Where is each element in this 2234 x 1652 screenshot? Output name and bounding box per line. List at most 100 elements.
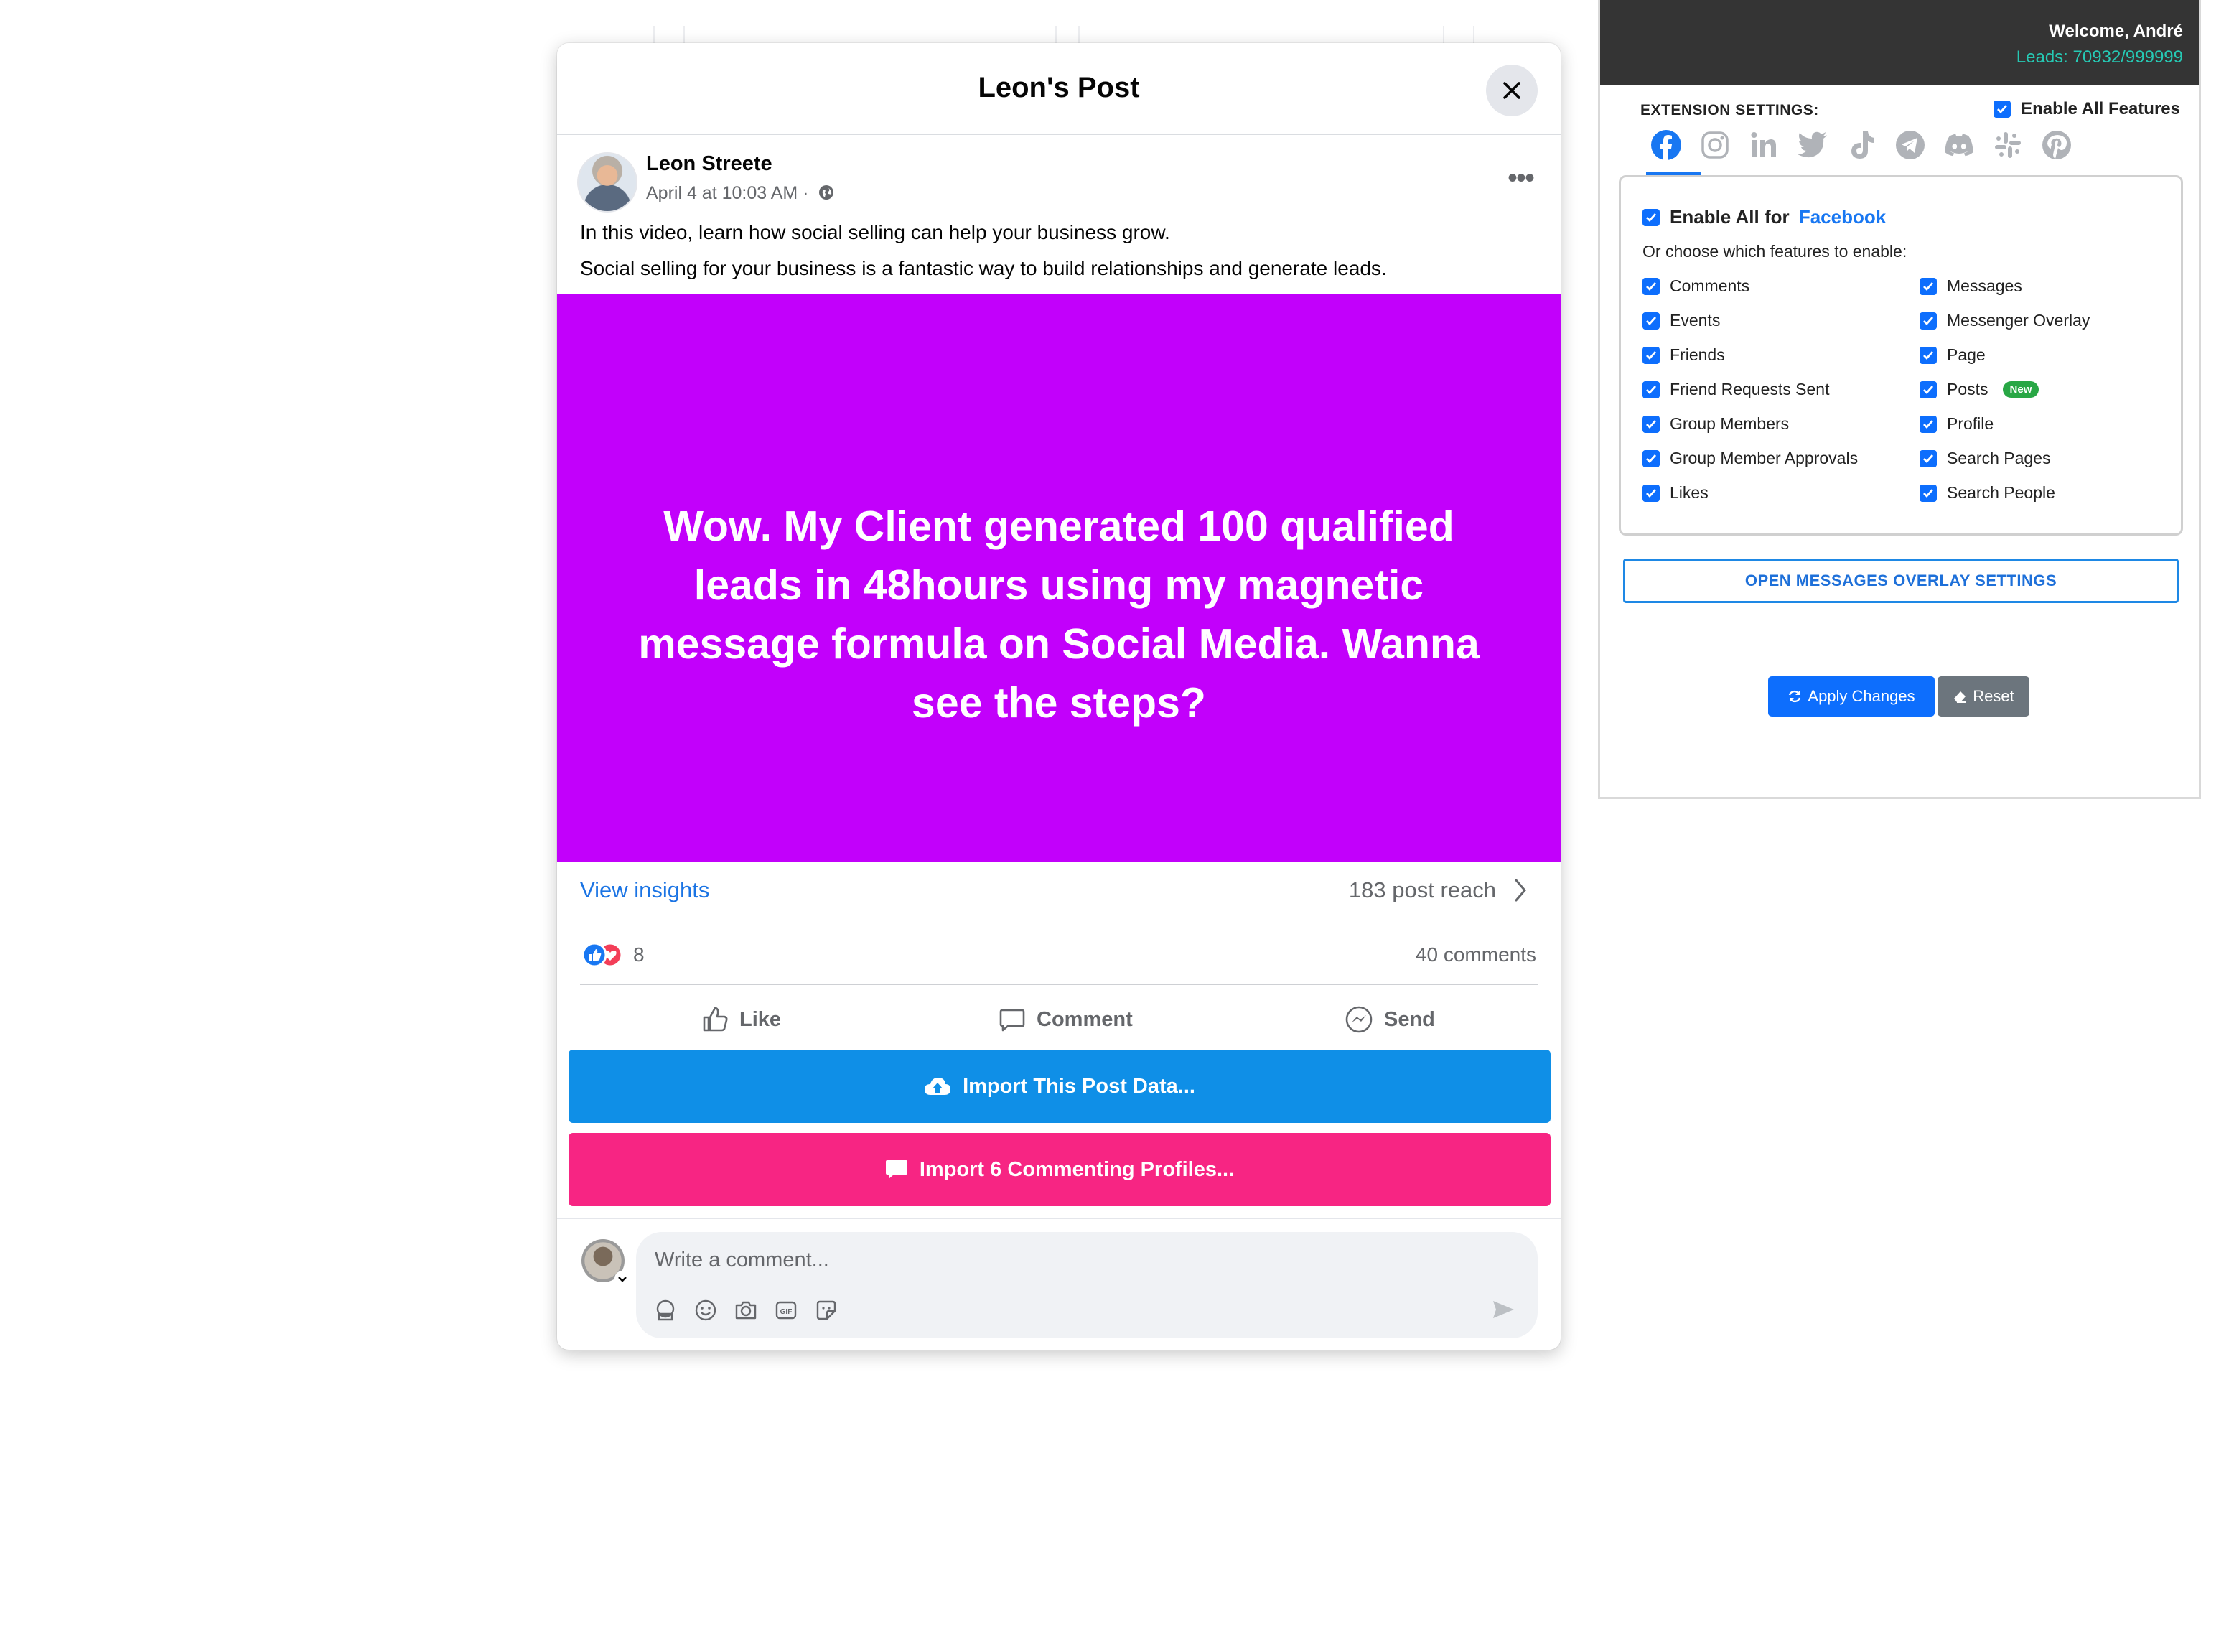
leads-counter: Leads: 70932/999999: [2016, 47, 2183, 67]
sticker-icon[interactable]: [814, 1298, 838, 1322]
close-icon: [1503, 82, 1520, 99]
checkbox-checked[interactable]: [1642, 449, 1660, 467]
modal-header: Leon's Post: [557, 43, 1561, 135]
open-messages-overlay-settings-button[interactable]: OPEN MESSAGES OVERLAY SETTINGS: [1623, 559, 2179, 603]
checkbox-checked[interactable]: [1920, 415, 1937, 433]
feature-toggle[interactable]: Posts New: [1920, 380, 2039, 399]
send-label: Send: [1384, 1007, 1435, 1031]
checkbox-checked[interactable]: [1642, 381, 1660, 398]
comments-count[interactable]: 40 comments: [1416, 943, 1536, 966]
feature-toggle[interactable]: Group Member Approvals: [1642, 449, 1858, 468]
close-button[interactable]: [1486, 65, 1538, 116]
emoji-icon[interactable]: [693, 1298, 718, 1322]
feature-toggle[interactable]: Messages: [1920, 276, 2022, 296]
banner-text: Wow. My Client generated 100 qualified l…: [638, 503, 1480, 727]
checkbox-checked[interactable]: [1920, 312, 1937, 330]
feature-toggle[interactable]: Group Members: [1642, 414, 1789, 434]
enable-all-for-label: Enable All for Facebook: [1670, 206, 1887, 228]
instagram-icon[interactable]: [1699, 129, 1731, 161]
feature-label: Page: [1947, 345, 1986, 364]
checkbox-checked[interactable]: [1642, 346, 1660, 364]
post-meta: April 4 at 10:03 AM ·: [646, 183, 835, 204]
reset-label: Reset: [1973, 687, 2014, 705]
comment-bubble-icon: [885, 1160, 907, 1179]
reaction-icons[interactable]: [581, 942, 627, 968]
extension-settings-label: EXTENSION SETTINGS:: [1640, 102, 1819, 118]
send-comment-icon[interactable]: [1490, 1297, 1516, 1322]
eraser-icon: [1954, 691, 1966, 703]
author-name[interactable]: Leon Streete: [646, 152, 772, 176]
comment-composer: GIF: [636, 1232, 1538, 1338]
globe-icon: [819, 185, 834, 200]
linkedin-icon[interactable]: [1748, 129, 1780, 161]
choose-features-label: Or choose which features to enable:: [1642, 242, 1907, 261]
feature-toggle[interactable]: Friend Requests Sent: [1642, 380, 1829, 399]
comment-button[interactable]: Comment: [998, 999, 1133, 1040]
feature-toggle[interactable]: Search People: [1920, 483, 2055, 503]
post-media[interactable]: Wow. My Client generated 100 qualified l…: [557, 294, 1561, 862]
post-reach[interactable]: 183 post reach: [1349, 877, 1496, 903]
reaction-count[interactable]: 8: [633, 943, 645, 966]
twitter-icon[interactable]: [1797, 129, 1828, 161]
chevron-down-icon: [618, 1277, 627, 1282]
gif-icon[interactable]: GIF: [774, 1298, 798, 1322]
platform-name: Facebook: [1798, 206, 1887, 228]
telegram-icon[interactable]: [1894, 129, 1926, 161]
messenger-icon: [1345, 1006, 1373, 1033]
apply-label: Apply Changes: [1808, 687, 1915, 705]
chevron-right-icon[interactable]: [1510, 876, 1530, 905]
reset-button[interactable]: Reset: [1938, 676, 2029, 717]
enable-all-facebook-toggle[interactable]: Enable All for Facebook: [1642, 206, 1886, 228]
feature-toggle[interactable]: Page: [1920, 345, 1986, 365]
avatar-menu[interactable]: [614, 1271, 630, 1287]
author-avatar[interactable]: [577, 152, 637, 213]
slack-icon[interactable]: [1992, 129, 2024, 161]
post-date[interactable]: April 4 at 10:03 AM ·: [646, 183, 809, 203]
pinterest-icon[interactable]: [2041, 129, 2072, 161]
import-post-data-button[interactable]: Import This Post Data...: [569, 1050, 1551, 1123]
checkbox-checked[interactable]: [1920, 484, 1937, 502]
feature-toggle[interactable]: Comments: [1642, 276, 1749, 296]
checkbox-checked[interactable]: [1920, 449, 1937, 467]
import-commenting-profiles-button[interactable]: Import 6 Commenting Profiles...: [569, 1133, 1551, 1206]
feature-toggle[interactable]: Messenger Overlay: [1920, 311, 2090, 330]
checkbox-checked[interactable]: [1920, 277, 1937, 295]
avatar-sticker-icon[interactable]: [653, 1298, 678, 1322]
checkbox-checked[interactable]: [1920, 381, 1937, 398]
camera-icon[interactable]: [734, 1298, 758, 1322]
feature-toggle[interactable]: Search Pages: [1920, 449, 2050, 468]
post-modal: Leon's Post Leon Streete April 4 at 10:0…: [557, 43, 1561, 1350]
feature-toggle[interactable]: Likes: [1642, 483, 1709, 503]
enable-all-features-toggle[interactable]: Enable All Features: [1994, 99, 2180, 119]
like-button[interactable]: Like: [701, 999, 781, 1040]
discord-icon[interactable]: [1943, 129, 1975, 161]
svg-text:GIF: GIF: [780, 1308, 793, 1316]
feature-label: Posts: [1947, 380, 1988, 398]
feature-label: Messages: [1947, 276, 2022, 295]
checkbox-checked[interactable]: [1642, 208, 1660, 226]
checkbox-checked[interactable]: [1920, 346, 1937, 364]
platform-tabs: [1650, 129, 2072, 161]
post-text-line: Social selling for your business is a fa…: [580, 257, 1387, 279]
new-badge: New: [2002, 381, 2039, 398]
apply-changes-button[interactable]: Apply Changes: [1768, 676, 1935, 717]
comment-input[interactable]: [653, 1243, 1087, 1277]
feature-toggle[interactable]: Profile: [1920, 414, 1994, 434]
feature-toggle[interactable]: Events: [1642, 311, 1720, 330]
more-options-icon[interactable]: •••: [1508, 164, 1535, 192]
comment-icon: [999, 1009, 1025, 1032]
post-text-line: In this video, learn how social selling …: [580, 221, 1170, 243]
tiktok-icon[interactable]: [1846, 129, 1877, 161]
checkbox-checked[interactable]: [1642, 484, 1660, 502]
checkbox-checked[interactable]: [1642, 277, 1660, 295]
checkbox-checked[interactable]: [1642, 415, 1660, 433]
send-button[interactable]: Send: [1344, 999, 1435, 1040]
feature-label: Search People: [1947, 483, 2055, 502]
feature-toggle[interactable]: Friends: [1642, 345, 1725, 365]
facebook-icon[interactable]: [1650, 129, 1682, 161]
checkbox-checked[interactable]: [1994, 101, 2011, 118]
feature-label: Messenger Overlay: [1947, 311, 2090, 330]
view-insights-link[interactable]: View insights: [580, 877, 709, 903]
checkbox-checked[interactable]: [1642, 312, 1660, 330]
cloud-upload-icon: [925, 1078, 951, 1095]
